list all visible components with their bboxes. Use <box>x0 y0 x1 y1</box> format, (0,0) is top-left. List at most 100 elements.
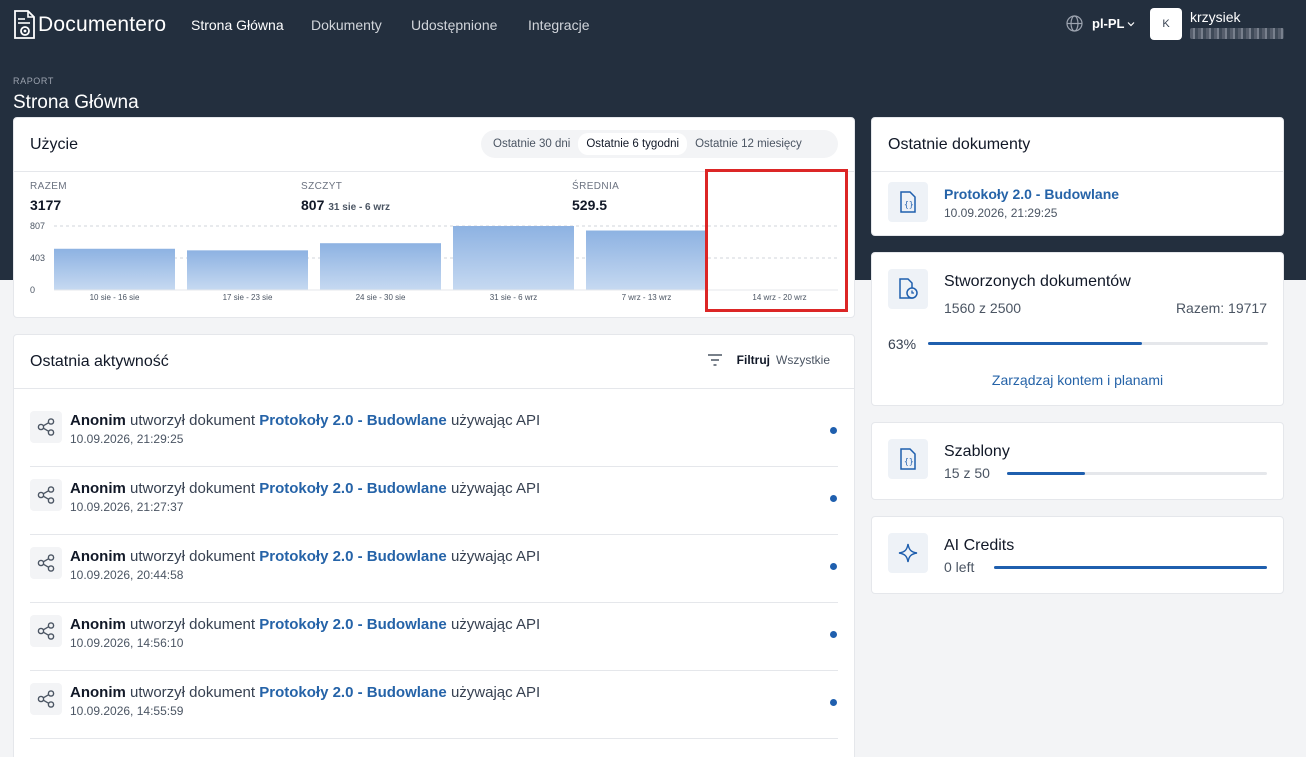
top-navigation: Documentero Strona Główna Dokumenty Udos… <box>0 0 1306 50</box>
user-name[interactable]: krzysiek <box>1190 9 1241 25</box>
created-documents-total: Razem: 19717 <box>1175 300 1267 316</box>
unread-dot <box>830 563 837 570</box>
peak-number: 807 <box>301 197 325 213</box>
nav-documents[interactable]: Dokumenty <box>311 17 382 33</box>
x-tick-label: 24 sie - 30 sie <box>356 293 406 302</box>
usage-bar[interactable] <box>453 226 574 290</box>
unread-dot <box>830 427 837 434</box>
activity-actor: Anonim <box>70 548 126 565</box>
activity-row: Anonim utworzył dokument Protokoły 2.0 -… <box>30 399 838 467</box>
peak-value: 807 31 sie - 6 wrz <box>301 197 390 213</box>
activity-suffix: używając API <box>450 548 541 565</box>
ai-credits-progress-fill <box>994 566 1267 569</box>
manage-account-link[interactable]: Zarządzaj kontem i planami <box>872 372 1283 388</box>
activity-document-link[interactable]: Protokoły 2.0 - Budowlane <box>259 616 447 633</box>
filter-icon <box>707 354 722 366</box>
created-percent-label: 63% <box>888 336 917 352</box>
activity-document-link[interactable]: Protokoły 2.0 - Budowlane <box>259 684 447 701</box>
usage-bar[interactable] <box>187 250 308 290</box>
activity-suffix: używając API <box>450 480 541 497</box>
page-title: Strona Główna <box>13 92 139 113</box>
nav-shared[interactable]: Udostępnione <box>411 17 497 33</box>
activity-row: Anonim utworzył dokument Protokoły 2.0 -… <box>30 671 838 739</box>
share-icon <box>30 411 62 443</box>
unread-dot <box>830 699 837 706</box>
activity-row: Anonim utworzył dokument Protokoły 2.0 -… <box>30 467 838 535</box>
activity-document-link[interactable]: Protokoły 2.0 - Budowlane <box>259 548 447 565</box>
share-icon <box>30 479 62 511</box>
unread-dot <box>830 495 837 502</box>
range-6-weeks[interactable]: Ostatnie 6 tygodni <box>578 133 688 155</box>
globe-icon <box>1066 15 1083 32</box>
usage-bar[interactable] <box>54 248 175 290</box>
activity-time: 10.09.2026, 14:56:10 <box>70 636 184 650</box>
usage-bar[interactable] <box>586 230 707 290</box>
svg-text:{}: {} <box>904 200 914 209</box>
document-clock-icon <box>888 269 928 309</box>
activity-actor: Anonim <box>70 616 126 633</box>
activity-action: utworzył dokument <box>130 684 256 701</box>
activity-actor: Anonim <box>70 684 126 701</box>
activity-time: 10.09.2026, 20:44:58 <box>70 568 184 582</box>
activity-action: utworzył dokument <box>130 412 256 429</box>
activity-text: Anonim utworzył dokument Protokoły 2.0 -… <box>70 548 540 565</box>
user-email-redacted <box>1190 28 1284 39</box>
range-12-months[interactable]: Ostatnie 12 miesięcy <box>687 133 810 155</box>
language-label: pl-PL <box>1092 16 1125 31</box>
ai-credits-usage: 0 left <box>944 559 975 575</box>
activity-actor: Anonim <box>70 412 126 429</box>
logo[interactable]: Documentero <box>12 9 166 41</box>
share-icon <box>30 615 62 647</box>
created-progress-fill <box>928 342 1143 345</box>
recent-document-time: 10.09.2026, 21:29:25 <box>944 206 1058 220</box>
breadcrumb: RAPORT <box>13 76 54 86</box>
share-icon <box>30 683 62 715</box>
activity-action: utworzył dokument <box>130 480 256 497</box>
peak-label: SZCZYT <box>301 181 343 192</box>
x-tick-label: 31 sie - 6 wrz <box>490 293 538 302</box>
logo-text: Documentero <box>38 13 167 36</box>
x-tick-label: 10 sie - 16 sie <box>90 293 140 302</box>
created-documents-title: Stworzonych dokumentów <box>944 273 1131 290</box>
document-code-icon: {} <box>888 182 928 222</box>
activity-action: utworzył dokument <box>130 548 256 565</box>
recent-document-link[interactable]: Protokoły 2.0 - Budowlane <box>944 186 1119 202</box>
peak-period: 31 sie - 6 wrz <box>328 202 391 213</box>
ai-credits-card: AI Credits 0 left <box>871 516 1284 594</box>
activity-text: Anonim utworzył dokument Protokoły 2.0 -… <box>70 684 540 701</box>
activity-time: 10.09.2026, 14:55:59 <box>70 704 184 718</box>
sparkle-icon <box>888 533 928 573</box>
activity-document-link[interactable]: Protokoły 2.0 - Budowlane <box>259 412 447 429</box>
language-selector[interactable]: pl-PL <box>1066 15 1144 32</box>
svg-text:{}: {} <box>904 457 914 466</box>
x-tick-label: 7 wrz - 13 wrz <box>622 293 672 302</box>
templates-title: Szablony <box>944 443 1010 460</box>
templates-progress-bar <box>1007 472 1267 475</box>
activity-suffix: używając API <box>450 412 541 429</box>
created-documents-card: Stworzonych dokumentów 1560 z 2500 Razem… <box>871 252 1284 406</box>
activity-document-link[interactable]: Protokoły 2.0 - Budowlane <box>259 480 447 497</box>
activity-text: Anonim utworzył dokument Protokoły 2.0 -… <box>70 616 540 633</box>
avatar[interactable]: K <box>1150 8 1182 40</box>
usage-bar[interactable] <box>320 243 441 290</box>
templates-usage: 15 z 50 <box>944 465 990 481</box>
activity-row: Anonim utworzył dokument Protokoły 2.0 -… <box>30 535 838 603</box>
activity-suffix: używając API <box>450 616 541 633</box>
total-label: RAZEM <box>30 181 67 192</box>
templates-card: {} Szablony 15 z 50 <box>871 422 1284 500</box>
average-value: 529.5 <box>572 197 608 213</box>
activity-filter[interactable]: Filtruj Wszystkie <box>707 353 830 367</box>
logo-icon <box>14 10 35 39</box>
templates-progress-fill <box>1007 472 1085 475</box>
ai-credits-title: AI Credits <box>944 537 1015 554</box>
nav-integrations[interactable]: Integracje <box>528 17 589 33</box>
y-tick-label: 807 <box>30 221 45 231</box>
created-documents-usage: 1560 z 2500 <box>944 300 1022 316</box>
range-30-days[interactable]: Ostatnie 30 dni <box>485 133 578 155</box>
activity-time: 10.09.2026, 21:29:25 <box>70 432 184 446</box>
nav-home[interactable]: Strona Główna <box>191 17 284 33</box>
average-label: ŚREDNIA <box>572 181 620 192</box>
y-tick-label: 403 <box>30 253 45 263</box>
recent-documents-card: Ostatnie dokumenty {} Protokoły 2.0 - Bu… <box>871 117 1284 236</box>
created-progress-bar <box>928 342 1268 345</box>
